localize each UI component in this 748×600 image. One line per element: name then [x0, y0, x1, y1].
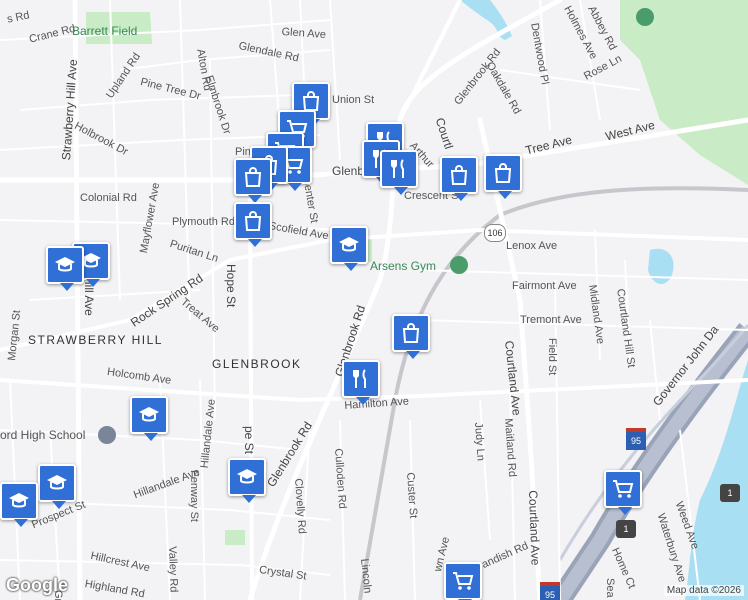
graduation-cap-icon: [237, 469, 257, 484]
street-label-field-st: Field St: [546, 338, 558, 376]
graduation-cap-icon: [9, 493, 29, 508]
restaurant-marker[interactable]: [380, 150, 418, 195]
fork-knife-icon: [353, 369, 366, 388]
place-label-arsens-gym[interactable]: Arsens Gym: [370, 259, 436, 273]
shopping-cart-icon: [453, 572, 474, 590]
graduation-cap-icon: [339, 237, 359, 252]
shopping-bag-marker[interactable]: [484, 154, 522, 199]
school-place-icon[interactable]: [98, 426, 116, 444]
area-label-glenbrook: GLENBROOK: [212, 357, 302, 371]
street-label-fenway-st: Fenway St: [188, 470, 200, 522]
street-label-tremont-ave: Tremont Ave: [520, 314, 582, 326]
graduation-cap-icon: [139, 407, 159, 422]
school-marker[interactable]: [130, 396, 168, 441]
graduation-cap-icon: [55, 257, 75, 272]
shopping-cart-marker[interactable]: [604, 470, 642, 515]
street-label-valley-rd: Valley Rd: [166, 546, 180, 593]
graduation-cap-icon: [47, 475, 67, 490]
area-label-strawberry-hill: STRAWBERRY HILL: [28, 333, 163, 347]
street-label-plymouth-rd: Plymouth Rd: [172, 216, 235, 228]
shopping-bag-icon: [402, 323, 420, 343]
shopping-bag-icon: [244, 211, 262, 231]
street-label-colonial-rd: Colonial Rd: [80, 192, 137, 204]
place-label-high-school[interactable]: ord High School: [0, 428, 85, 442]
shopping-bag-marker[interactable]: [440, 156, 478, 201]
shopping-bag-marker[interactable]: [234, 202, 272, 247]
street-label-pe-st: pe St: [242, 426, 256, 455]
school-marker[interactable]: [46, 246, 84, 291]
shopping-bag-marker[interactable]: [392, 314, 430, 359]
shopping-cart-marker[interactable]: [444, 562, 482, 600]
school-marker[interactable]: [330, 226, 368, 271]
map-data-credit[interactable]: Map data ©2026: [663, 585, 744, 596]
school-marker[interactable]: [0, 482, 38, 527]
google-logo[interactable]: Google: [6, 575, 68, 596]
us-route-shield-1-a: 1: [720, 484, 740, 502]
us-route-shield-1-b: 1: [616, 520, 636, 538]
street-label-glenb-mid: Glenb: [332, 164, 365, 178]
shopping-bag-icon: [494, 163, 512, 183]
restaurant-marker[interactable]: [342, 360, 380, 405]
street-label-hope-st: Hope St: [224, 264, 238, 308]
street-label-pin: Pin: [235, 146, 251, 158]
shopping-bag-icon: [244, 167, 262, 187]
school-marker[interactable]: [228, 458, 266, 503]
interstate-shield-95-b: 95: [540, 582, 560, 600]
street-label-union-st: Union St: [332, 94, 375, 106]
river-north: [460, 0, 512, 40]
shopping-bag-icon: [450, 165, 468, 185]
school-marker[interactable]: [38, 464, 76, 509]
street-label-sea: Sea: [604, 578, 616, 598]
street-label-lenox-ave: Lenox Ave: [506, 240, 558, 252]
place-label-barrett-field[interactable]: Barrett Field: [72, 24, 137, 38]
park-place-icon[interactable]: [636, 8, 654, 26]
route-shield-106: 106: [484, 224, 506, 242]
gym-icon[interactable]: [450, 256, 468, 274]
park-northeast: [620, 0, 748, 185]
map-canvas[interactable]: Crane Rd s Rd Glen Ave Glendale Rd Alton…: [0, 0, 748, 600]
shopping-bag-marker[interactable]: [234, 158, 272, 203]
street-label-courtland-ave-south: Courtland Ave: [526, 490, 543, 566]
park-south: [225, 530, 245, 545]
street-label-fairmont-ave: Fairmont Ave: [512, 280, 577, 292]
shopping-cart-icon: [613, 480, 634, 498]
interstate-shield-95-a: 95: [626, 428, 646, 450]
fork-knife-icon: [391, 159, 404, 178]
pond: [648, 248, 674, 285]
